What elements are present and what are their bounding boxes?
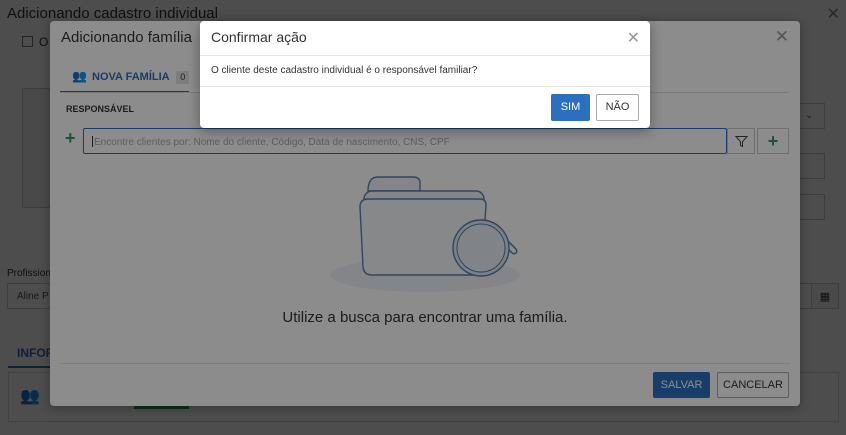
close-icon[interactable]: ✕ — [627, 28, 640, 48]
dialog-title: Confirmar ação — [211, 29, 307, 45]
divider — [200, 86, 650, 87]
divider — [200, 55, 650, 56]
dialog-message: O cliente deste cadastro individual é o … — [211, 65, 478, 76]
yes-button[interactable]: SIM — [551, 94, 590, 121]
confirm-dialog: Confirmar ação ✕ O cliente deste cadastr… — [200, 21, 650, 128]
no-button[interactable]: NÃO — [596, 94, 639, 121]
